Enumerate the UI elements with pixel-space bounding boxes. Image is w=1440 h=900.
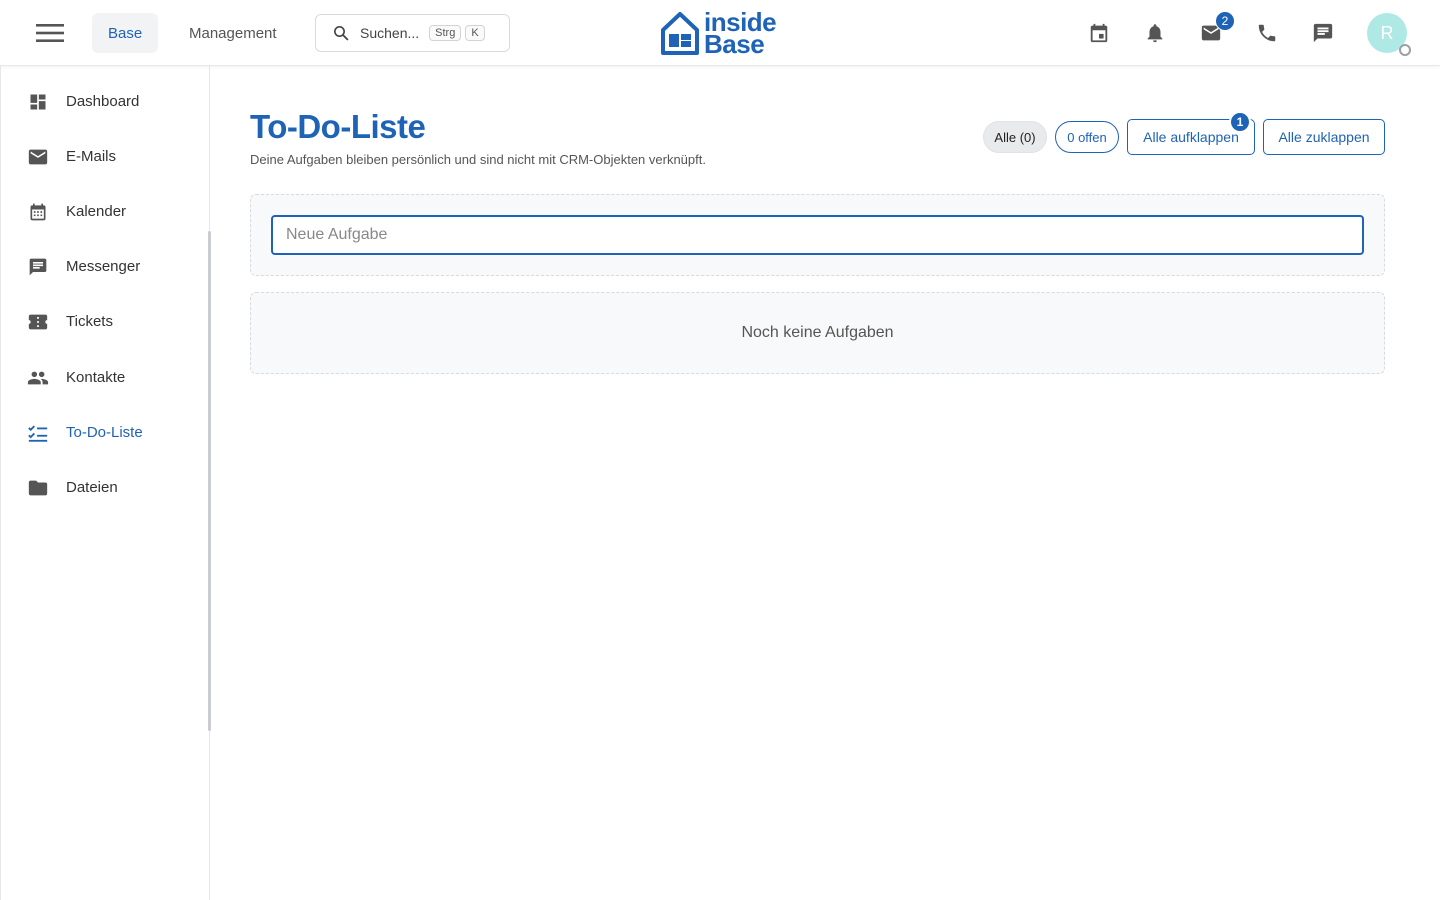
calendar-button[interactable] xyxy=(1085,19,1113,47)
collapse-all-button[interactable]: Alle zuklappen xyxy=(1263,119,1385,155)
filter-open-chip[interactable]: 0 offen xyxy=(1055,121,1119,153)
expand-all-label: Alle aufklappen xyxy=(1143,129,1239,145)
messenger-button[interactable] xyxy=(1309,19,1337,47)
search-icon xyxy=(334,26,349,41)
main-content: To-Do-Liste Deine Aufgaben bleiben persö… xyxy=(210,66,1440,900)
page-title: To-Do-Liste xyxy=(250,108,426,145)
sidebar: Dashboard E-Mails Kalender Messenger Tic… xyxy=(0,66,211,900)
calendar-icon xyxy=(1090,23,1108,43)
sidebar-item-label: Kontakte xyxy=(66,369,126,386)
sidebar-item-dashboard[interactable]: Dashboard xyxy=(1,74,210,129)
top-bar: Base Management Suchen... Strg K inside … xyxy=(0,0,1440,66)
app-logo[interactable]: inside Base xyxy=(660,9,782,57)
menu-icon xyxy=(36,24,64,42)
sidebar-item-tickets[interactable]: Tickets xyxy=(1,294,210,349)
hamburger-menu-button[interactable] xyxy=(30,18,70,48)
sidebar-item-todo-list[interactable]: To-Do-Liste xyxy=(1,405,210,460)
avatar-initial: R xyxy=(1380,22,1394,43)
expand-badge: 1 xyxy=(1229,111,1251,133)
new-task-input[interactable] xyxy=(271,215,1364,255)
bell-icon xyxy=(1147,24,1163,43)
phone-button[interactable] xyxy=(1253,19,1281,47)
shortcut-key-k: K xyxy=(465,25,485,41)
new-task-panel xyxy=(250,194,1385,276)
notifications-button[interactable] xyxy=(1141,19,1169,47)
sidebar-item-emails[interactable]: E-Mails xyxy=(1,129,210,184)
sidebar-item-contacts[interactable]: Kontakte xyxy=(1,350,210,405)
tab-base[interactable]: Base xyxy=(92,13,159,53)
chat-icon xyxy=(27,256,49,278)
sidebar-item-files[interactable]: Dateien xyxy=(1,460,210,515)
people-icon xyxy=(27,367,49,389)
logo-wordmark: inside Base xyxy=(704,9,777,57)
page-subtitle: Deine Aufgaben bleiben persönlich und si… xyxy=(250,152,706,167)
sidebar-item-calendar[interactable]: Kalender xyxy=(1,184,210,239)
checklist-icon xyxy=(27,422,49,444)
search-box[interactable]: Suchen... Strg K xyxy=(315,14,510,52)
search-placeholder: Suchen... xyxy=(360,25,420,41)
status-indicator xyxy=(1399,44,1411,56)
sidebar-item-messenger[interactable]: Messenger xyxy=(1,239,210,294)
sidebar-item-label: Messenger xyxy=(66,258,141,275)
folder-icon xyxy=(27,477,49,499)
mail-icon xyxy=(27,146,49,168)
chat-icon xyxy=(1313,23,1333,43)
sidebar-item-label: Kalender xyxy=(66,203,127,220)
sidebar-item-label: Dateien xyxy=(66,479,118,496)
task-list-panel: Noch keine Aufgaben xyxy=(250,292,1385,374)
sidebar-item-label: Dashboard xyxy=(66,93,140,110)
user-avatar[interactable]: R xyxy=(1367,13,1411,56)
shortcut-key-ctrl: Strg xyxy=(429,25,462,41)
house-logo-icon xyxy=(661,12,699,55)
filter-all-chip[interactable]: Alle (0) xyxy=(983,121,1047,153)
tab-management[interactable]: Management xyxy=(173,13,293,53)
sidebar-item-label: E-Mails xyxy=(66,148,117,165)
sidebar-item-label: To-Do-Liste xyxy=(66,424,143,441)
phone-icon xyxy=(1258,24,1276,42)
dashboard-icon xyxy=(27,91,49,113)
mail-badge: 2 xyxy=(1215,11,1235,31)
empty-state-message: Noch keine Aufgaben xyxy=(741,324,894,341)
calendar-icon xyxy=(27,201,49,223)
expand-all-button[interactable]: Alle aufklappen 1 xyxy=(1127,111,1255,155)
mail-button[interactable]: 2 xyxy=(1197,11,1235,47)
sidebar-item-label: Tickets xyxy=(66,313,113,330)
ticket-icon xyxy=(27,311,49,333)
